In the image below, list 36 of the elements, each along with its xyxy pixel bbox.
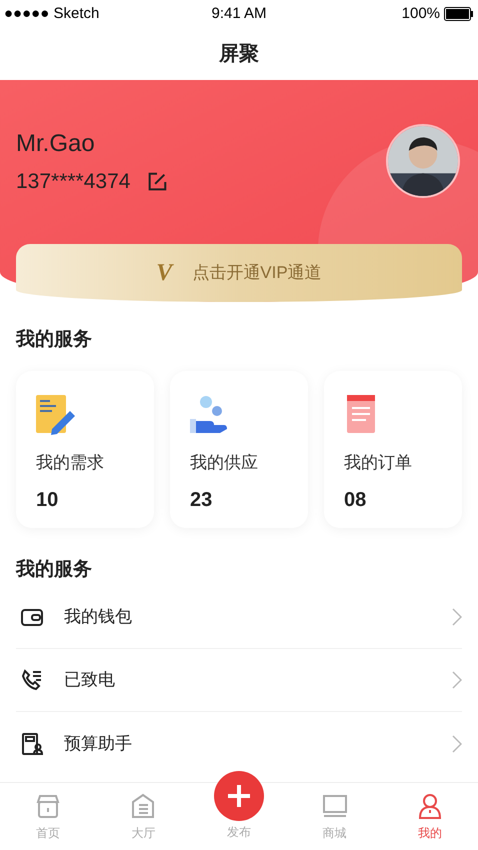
- menu-row[interactable]: 已致电: [16, 649, 462, 712]
- edit-icon[interactable]: [146, 170, 168, 193]
- card-label: 我的订单: [344, 452, 413, 474]
- status-time: 9:41 AM: [210, 4, 268, 24]
- card-count: 08: [344, 488, 368, 513]
- menu-label: 我的钱包: [64, 606, 133, 628]
- menu-label: 预算助手: [64, 732, 133, 755]
- vip-mark: V: [156, 259, 172, 288]
- nav-tab[interactable]: 我的: [382, 783, 478, 850]
- note-pencil-icon: [36, 394, 78, 434]
- card-label: 我的需求: [36, 452, 105, 474]
- carrier-label: ●●●●● Sketch: [4, 4, 100, 24]
- section-title: 我的服务: [14, 558, 93, 582]
- hand-coins-icon: [190, 394, 228, 434]
- chevron-right-icon: [452, 671, 462, 689]
- service-card[interactable]: 我的订单 08: [324, 370, 462, 528]
- battery-percent: 100%: [402, 4, 440, 24]
- chevron-right-icon: [452, 608, 462, 626]
- menu-row[interactable]: 我的钱包: [16, 586, 462, 649]
- card-count: 23: [190, 488, 214, 513]
- service-card[interactable]: 我的供应 23: [170, 370, 308, 528]
- section-title: 我的服务: [14, 328, 93, 352]
- chevron-right-icon: [452, 734, 462, 752]
- battery-icon: [444, 7, 474, 21]
- service-card[interactable]: 我的需求 10: [16, 370, 154, 528]
- user-name: Mr.Gao: [16, 129, 96, 159]
- calculator-person-icon: [20, 732, 44, 756]
- phone-number: 137****4374: [16, 169, 130, 195]
- menu-label: 已致电: [64, 669, 116, 692]
- card-label: 我的供应: [190, 452, 259, 474]
- menu-row[interactable]: 预算助手: [16, 712, 462, 775]
- card-count: 10: [36, 488, 60, 513]
- page-title: 屏聚: [219, 42, 259, 67]
- plus-icon: [226, 783, 252, 809]
- phone-list-icon: [20, 668, 44, 692]
- vip-label: 点击开通VIP通道: [192, 262, 322, 284]
